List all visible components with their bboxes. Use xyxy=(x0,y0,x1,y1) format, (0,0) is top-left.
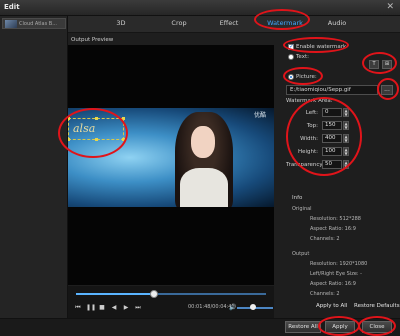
title-bar: Edit ✕ xyxy=(0,0,400,16)
width-input[interactable]: 400 xyxy=(322,134,342,143)
restore-all-button[interactable]: Restore All xyxy=(285,321,321,333)
seek-handle[interactable] xyxy=(149,290,158,298)
resize-handle[interactable] xyxy=(122,117,125,120)
window-title: Edit xyxy=(4,3,20,11)
resize-handle[interactable] xyxy=(122,138,125,141)
apply-button[interactable]: Apply xyxy=(325,321,355,333)
output-header: Output xyxy=(292,251,310,257)
skip-forward-icon[interactable]: ⏭ xyxy=(134,304,142,312)
close-button[interactable]: Close xyxy=(362,321,392,333)
original-channels: Channels: 2 xyxy=(310,236,340,242)
volume-icon[interactable]: 🔊 xyxy=(229,304,236,311)
stop-icon[interactable]: ■ xyxy=(98,304,106,312)
close-icon[interactable]: ✕ xyxy=(386,2,394,12)
tab-watermark[interactable]: Watermark xyxy=(260,19,310,27)
frame-forward-icon[interactable]: ▶ xyxy=(122,304,130,312)
browse-button[interactable]: ... xyxy=(381,85,393,95)
channel-logo-text: 优酷 xyxy=(254,112,267,119)
resize-handle[interactable] xyxy=(95,117,98,120)
picture-radio-label: Picture: xyxy=(296,74,317,80)
pause-icon[interactable]: ❚❚ xyxy=(86,304,96,312)
resize-handle[interactable] xyxy=(68,138,70,141)
original-resolution: Resolution: 512*288 xyxy=(310,216,361,222)
text-radio-label: Text: xyxy=(296,54,309,60)
file-name: Cloud Atlas B... xyxy=(19,21,58,27)
tab-audio[interactable]: Audio xyxy=(312,19,362,27)
timecode: 00:01:48/00:04:41 xyxy=(188,304,235,310)
height-input[interactable]: 100 xyxy=(322,147,342,156)
skip-back-icon[interactable]: ⏮ xyxy=(74,304,82,312)
left-stepper-icon[interactable]: ▲ ▼ xyxy=(343,108,349,117)
text-color-button[interactable]: ⊞ xyxy=(382,60,392,69)
width-label: Width: xyxy=(300,136,318,142)
file-list-panel: Cloud Atlas B... xyxy=(0,16,68,336)
picture-radio[interactable] xyxy=(288,74,294,80)
top-label: Top: xyxy=(306,123,318,129)
video-thumbnail-icon xyxy=(5,20,17,28)
picture-path-input[interactable]: E:/tiaomiqiou/Sepp.gif xyxy=(286,85,378,95)
output-resolution: Resolution: 1920*1080 xyxy=(310,261,368,267)
height-stepper-icon[interactable]: ▲ ▼ xyxy=(343,147,349,156)
watermark-box[interactable]: alsa xyxy=(68,117,125,141)
checkmark-icon: ✓ xyxy=(289,43,295,50)
subject-shoulder xyxy=(180,168,228,207)
watermark-logo: alsa xyxy=(73,122,96,135)
transparency-stepper-icon[interactable]: ▲ ▼ xyxy=(343,160,349,169)
width-stepper-icon[interactable]: ▲ ▼ xyxy=(343,134,349,143)
tab-effect[interactable]: Effect xyxy=(204,19,254,27)
original-header: Original xyxy=(292,206,312,212)
transparency-label: Transparency: xyxy=(286,162,325,168)
seek-progress xyxy=(76,293,154,295)
transparency-input[interactable]: 50 xyxy=(322,160,342,169)
subject-face xyxy=(191,126,215,158)
top-stepper-icon[interactable]: ▲ ▼ xyxy=(343,121,349,130)
left-input[interactable]: 0 xyxy=(322,108,342,117)
output-eye-size: Left/Right Eye Size: - xyxy=(310,271,362,277)
height-label: Height: xyxy=(297,149,318,155)
preview-label: Output Preview xyxy=(71,37,114,43)
tab-crop[interactable]: Crop xyxy=(154,19,204,27)
original-aspect: Aspect Ratio: 16:9 xyxy=(310,226,356,232)
info-header: Info xyxy=(292,195,303,201)
restore-defaults-button[interactable]: Restore Defaults xyxy=(354,303,400,309)
playback-bar: ⏮ ❚❚ ■ ◀ ▶ ⏭ 00:01:48/00:04:41 xyxy=(68,286,274,318)
left-label: Left: xyxy=(305,110,318,116)
resize-handle[interactable] xyxy=(68,117,70,120)
top-input[interactable]: 150 xyxy=(322,121,342,130)
seek-track[interactable] xyxy=(76,293,266,295)
video-frame: 优酷 alsa xyxy=(68,108,274,207)
text-radio[interactable] xyxy=(288,54,294,60)
enable-watermark-label: Enable watermark xyxy=(296,44,347,50)
tab-3d[interactable]: 3D xyxy=(96,19,146,27)
edit-tabs: 3D Crop Effect Watermark Audio xyxy=(68,16,400,33)
watermark-area-label: Watermark Area: xyxy=(286,98,333,104)
file-list-item[interactable]: Cloud Atlas B... xyxy=(2,18,66,29)
output-aspect: Aspect Ratio: 16:9 xyxy=(310,281,356,287)
frame-back-icon[interactable]: ◀ xyxy=(110,304,118,312)
output-channels: Channels: 2 xyxy=(310,291,340,297)
text-font-button[interactable]: T xyxy=(369,60,379,69)
enable-watermark-checkbox[interactable]: ✓ xyxy=(288,43,295,50)
resize-handle[interactable] xyxy=(95,138,98,141)
apply-to-all-button[interactable]: Apply to All xyxy=(316,303,347,309)
